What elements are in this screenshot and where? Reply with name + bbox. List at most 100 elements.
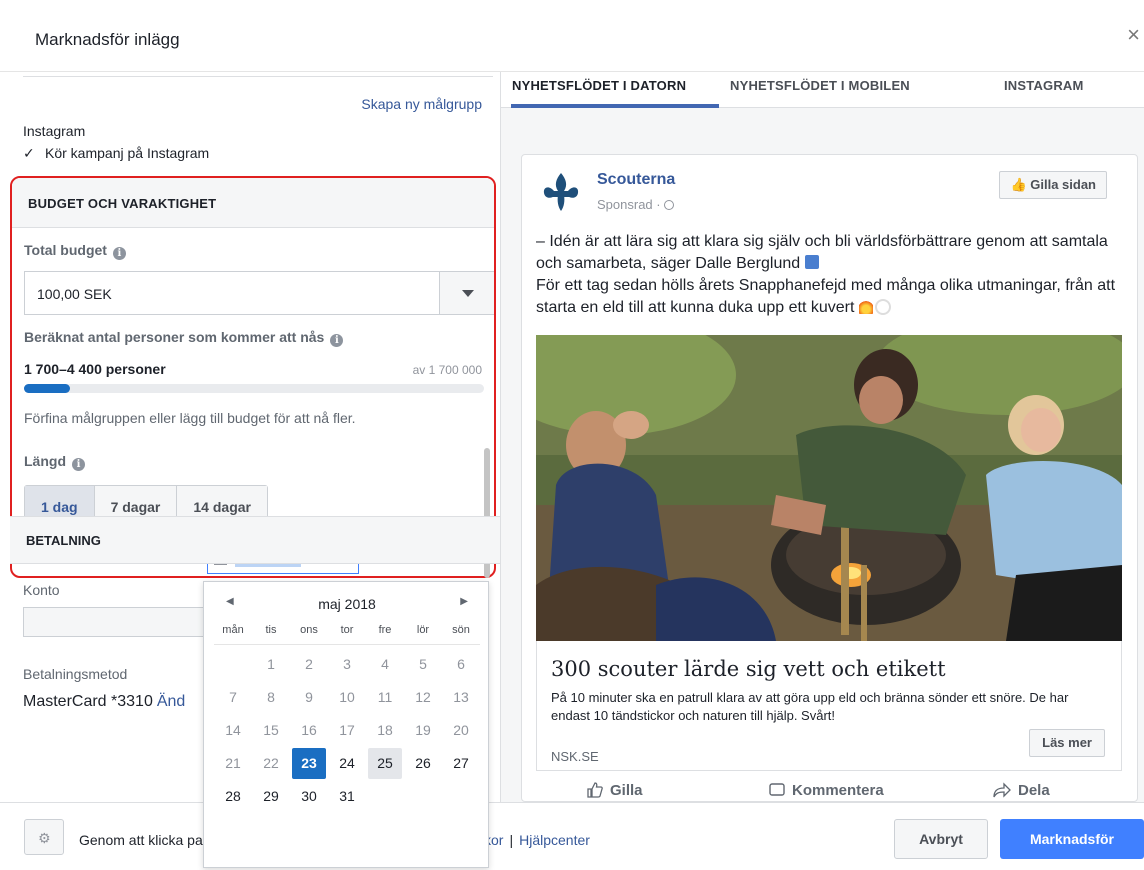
calendar-day[interactable]: 26	[406, 748, 440, 779]
post-text-line2: För ett tag sedan hölls årets Snapphanef…	[536, 277, 1116, 316]
calendar-day[interactable]: 16	[292, 715, 326, 746]
ad-post-card: Scouterna Sponsrad · 👍 Gilla sidan – Idé…	[521, 154, 1138, 802]
calendar-day[interactable]: 3	[330, 649, 364, 680]
calendar-day[interactable]: 28	[216, 781, 250, 812]
dialog-header: Marknadsför inlägg ×	[0, 0, 1144, 72]
calendar-day[interactable]: 29	[254, 781, 288, 812]
read-more-button[interactable]: Läs mer	[1029, 729, 1105, 757]
calendar-day[interactable]: 12	[406, 682, 440, 713]
globe-icon	[664, 200, 675, 210]
sponsored-label: Sponsrad ·	[597, 197, 675, 212]
duration-label-text: Längd	[24, 453, 66, 469]
like-page-button[interactable]: 👍 Gilla sidan	[999, 171, 1107, 199]
next-month-icon[interactable]: ▶	[460, 596, 468, 607]
reach-total: av 1 700 000	[412, 363, 482, 377]
calendar-day[interactable]: 15	[254, 715, 288, 746]
sponsored-text: Sponsrad ·	[597, 197, 661, 212]
link-description: På 10 minuter ska en patrull klara av at…	[551, 690, 1069, 723]
calendar-day-selected[interactable]: 23	[292, 748, 326, 779]
calendar-day[interactable]: 7	[216, 682, 250, 713]
post-text: – Idén är att lära sig att klara sig sjä…	[536, 231, 1126, 319]
payment-section-title: BETALNING	[26, 533, 101, 548]
calendar-empty-cell	[214, 648, 252, 681]
account-select[interactable]	[23, 607, 223, 637]
calendar-day[interactable]: 14	[216, 715, 250, 746]
calendar-day[interactable]: 27	[444, 748, 478, 779]
budget-section-title: BUDGET OCH VARAKTIGHET	[28, 196, 217, 211]
calendar-day[interactable]: 21	[216, 748, 250, 779]
close-icon[interactable]: ×	[1127, 24, 1140, 46]
change-payment-link[interactable]: Änd	[157, 693, 185, 710]
tab-mobile-feed[interactable]: NYHETSFLÖDET I MOBILEN	[730, 78, 910, 93]
duration-label: Längd i	[24, 453, 85, 471]
share-icon	[993, 782, 1011, 798]
info-icon[interactable]: i	[330, 334, 344, 347]
gear-icon: ⚙	[38, 830, 51, 846]
cancel-button[interactable]: Avbryt	[894, 819, 988, 859]
calendar-day[interactable]: 17	[330, 715, 364, 746]
payment-method-value: MasterCard *3310 Änd	[23, 693, 185, 711]
weekday-header: mån tis ons tor fre lör sön	[214, 624, 480, 636]
calendar-day[interactable]: 1	[254, 649, 288, 680]
tab-instagram[interactable]: INSTAGRAM	[1004, 78, 1084, 93]
calendar-day[interactable]: 5	[406, 649, 440, 680]
post-photo[interactable]	[536, 335, 1122, 641]
calendar-day[interactable]: 8	[254, 682, 288, 713]
reach-label-text: Beräknat antal personer som kommer att n…	[24, 329, 325, 345]
calendar-day[interactable]: 13	[444, 682, 478, 713]
share-action-label: Dela	[1018, 781, 1050, 799]
instagram-checkbox-row[interactable]: ✓ Kör kampanj på Instagram	[23, 145, 209, 161]
link-title[interactable]: 300 scouter lärde sig vett och etikett	[551, 657, 946, 681]
divider	[23, 76, 493, 77]
create-audience-link[interactable]: Skapa ny målgrupp	[361, 96, 482, 112]
calendar-day[interactable]: 25	[368, 748, 402, 779]
share-action[interactable]: Dela	[992, 781, 1050, 799]
total-budget-label-text: Total budget	[24, 242, 107, 258]
calendar-day[interactable]: 30	[292, 781, 326, 812]
cool-emoji-icon	[804, 255, 819, 269]
calendar-day[interactable]: 9	[292, 682, 326, 713]
thumbs-up-icon: 👍	[1010, 177, 1027, 192]
consent-text: Genom att klicka pa	[79, 832, 203, 848]
date-picker-popup: ◀ maj 2018 ▶ mån tis ons tor fre lör sön 12345…	[203, 581, 489, 868]
weekday-label: lör	[416, 624, 430, 636]
weekday-label: ons	[300, 624, 318, 636]
calendar-day[interactable]: 4	[368, 649, 402, 680]
checkmark-icon[interactable]: ✓	[23, 146, 37, 160]
calendar-day[interactable]: 11	[368, 682, 402, 713]
budget-dropdown-button[interactable]	[439, 271, 494, 315]
calendar-days: 1 2 3 4 5 6 7 8 9 10 11 12 13 14 15 16 17 18 19 20 21 22 23 24 2…	[214, 648, 480, 813]
info-icon[interactable]: i	[72, 458, 85, 471]
thumbs-up-icon	[587, 782, 603, 798]
calendar-day[interactable]: 19	[406, 715, 440, 746]
budget-section-header: BUDGET OCH VARAKTIGHET	[12, 178, 494, 228]
post-text-line1: – Idén är att lära sig att klara sig sjä…	[536, 233, 1108, 272]
info-icon[interactable]: i	[112, 247, 126, 260]
calendar-day[interactable]: 6	[444, 649, 478, 680]
calendar-day[interactable]: 20	[444, 715, 478, 746]
help-center-link[interactable]: Hjälpcenter	[519, 832, 590, 848]
comment-icon	[769, 783, 785, 796]
page-name[interactable]: Scouterna	[597, 171, 675, 189]
calendar-day[interactable]: 18	[368, 715, 402, 746]
total-budget-label: Total budget i	[24, 242, 126, 260]
calendar-day[interactable]: 2	[292, 649, 326, 680]
total-budget-input[interactable]: 100,00 SEK	[24, 271, 439, 315]
calendar-day[interactable]: 31	[330, 781, 364, 812]
promote-button[interactable]: Marknadsför	[1000, 819, 1144, 859]
calendar-day[interactable]: 10	[330, 682, 364, 713]
weekday-label: mån	[222, 624, 244, 636]
calendar-day[interactable]: 24	[330, 748, 364, 779]
reach-count: 1 700–4 400 personer	[24, 361, 166, 377]
tab-desktop-feed[interactable]: NYHETSFLÖDET I DATORN	[512, 78, 686, 93]
like-action[interactable]: Gilla	[586, 781, 643, 799]
weekday-label: tor	[340, 624, 354, 636]
settings-button[interactable]: ⚙	[24, 819, 64, 855]
comment-action[interactable]: Kommentera	[768, 781, 884, 799]
link-preview[interactable]: 300 scouter lärde sig vett och etikett P…	[536, 641, 1122, 771]
dialog-footer: ⚙ Genom att klicka pa kor | Hjälpcenter Av…	[0, 802, 1144, 870]
caret-down-icon	[462, 290, 474, 297]
calendar-day[interactable]: 22	[254, 748, 288, 779]
ad-preview-panel: NYHETSFLÖDET I DATORN NYHETSFLÖDET I MOB…	[500, 72, 1144, 802]
post-actions: Gilla Kommentera Dela	[522, 781, 1139, 803]
